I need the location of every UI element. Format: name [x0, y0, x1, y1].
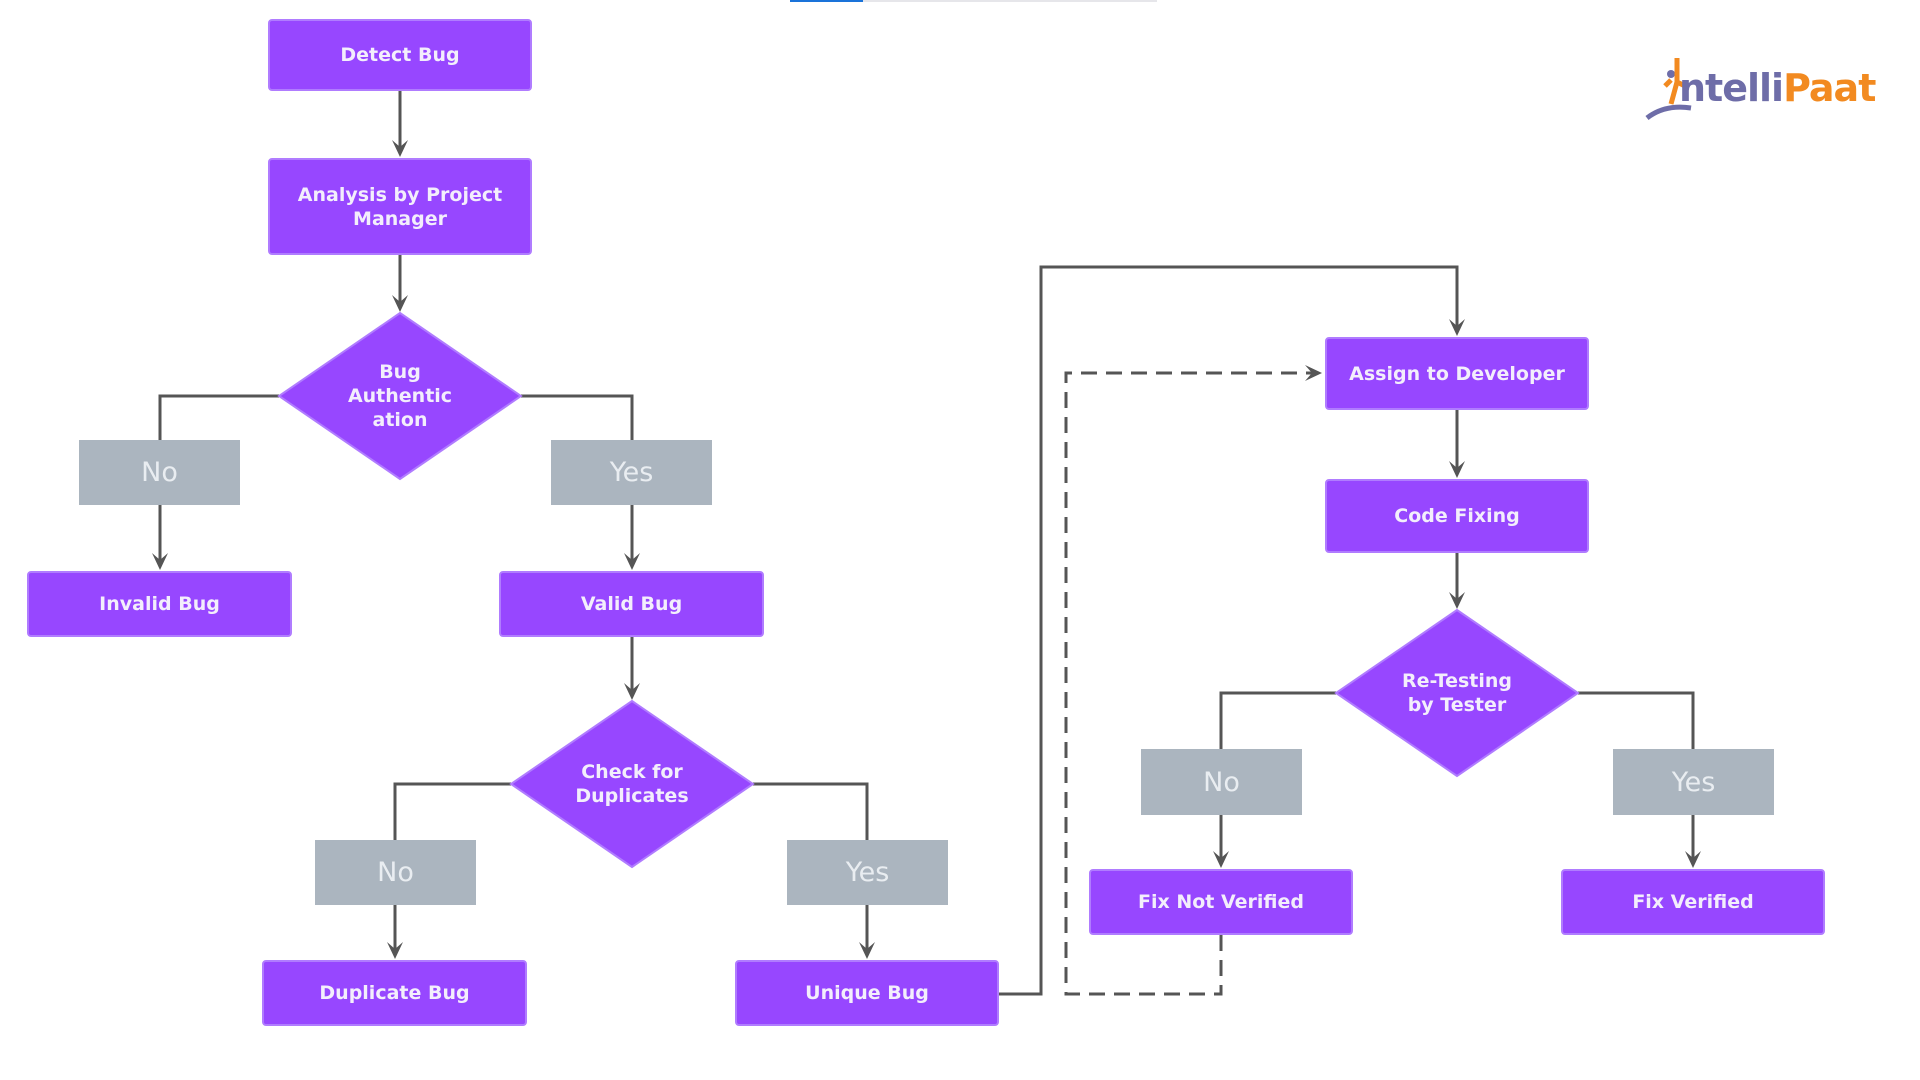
node-analysis: Analysis by Project Manager: [268, 158, 532, 255]
connector-auth-yes: [521, 394, 634, 440]
node-label: Code Fixing: [1394, 505, 1520, 527]
node-label: Valid Bug: [580, 593, 683, 615]
decision-label-duplicates: Check for Duplicates: [562, 754, 702, 814]
node-code-fixing: Code Fixing: [1325, 479, 1589, 553]
branch-label-no: No: [1141, 749, 1302, 815]
node-label: Assign to Developer: [1349, 362, 1565, 385]
node-label: Duplicate Bug: [319, 982, 470, 1004]
branch-label-no: No: [79, 440, 240, 505]
node-detect-bug: Detect Bug: [268, 19, 532, 91]
decision-label-authentication: Bug Authentic ation: [340, 356, 460, 436]
connector-dup-yes: [753, 782, 869, 840]
branch-label-yes: Yes: [551, 440, 712, 505]
decision-label-retesting: Re-Testing by Tester: [1387, 663, 1527, 723]
node-duplicate-bug: Duplicate Bug: [262, 960, 527, 1026]
connector-retest-yes: [1578, 691, 1695, 749]
node-label: Fix Not Verified: [1137, 891, 1305, 913]
node-label: Fix Verified: [1632, 891, 1754, 913]
connector-retest-no: [1219, 691, 1336, 749]
node-label: Check for Duplicates: [575, 761, 689, 807]
logo-text: ntelliPaat: [1679, 66, 1876, 110]
node-label: Detect Bug: [340, 44, 460, 66]
branch-label-no: No: [315, 840, 476, 905]
node-assign-developer: Assign to Developer: [1325, 337, 1589, 410]
intellipaat-logo: ntelliPaat: [1645, 56, 1876, 128]
node-label: Unique Bug: [805, 982, 929, 1004]
node-label: Invalid Bug: [99, 593, 220, 615]
node-invalid-bug: Invalid Bug: [27, 571, 292, 637]
node-unique-bug: Unique Bug: [735, 960, 999, 1026]
node-fix-verified: Fix Verified: [1561, 869, 1825, 935]
logo-text-primary: ntelli: [1679, 66, 1784, 110]
logo-text-accent: Paat: [1783, 66, 1876, 110]
branch-label-yes: Yes: [1613, 749, 1774, 815]
node-valid-bug: Valid Bug: [499, 571, 764, 637]
node-fix-not-verified: Fix Not Verified: [1089, 869, 1353, 935]
node-label: Bug Authentic ation: [347, 361, 453, 431]
node-label: Analysis by Project Manager: [297, 183, 503, 230]
node-label: Re-Testing by Tester: [1402, 670, 1512, 716]
connector-auth-no: [158, 394, 279, 440]
connector-dup-no: [393, 782, 511, 840]
branch-label-yes: Yes: [787, 840, 948, 905]
